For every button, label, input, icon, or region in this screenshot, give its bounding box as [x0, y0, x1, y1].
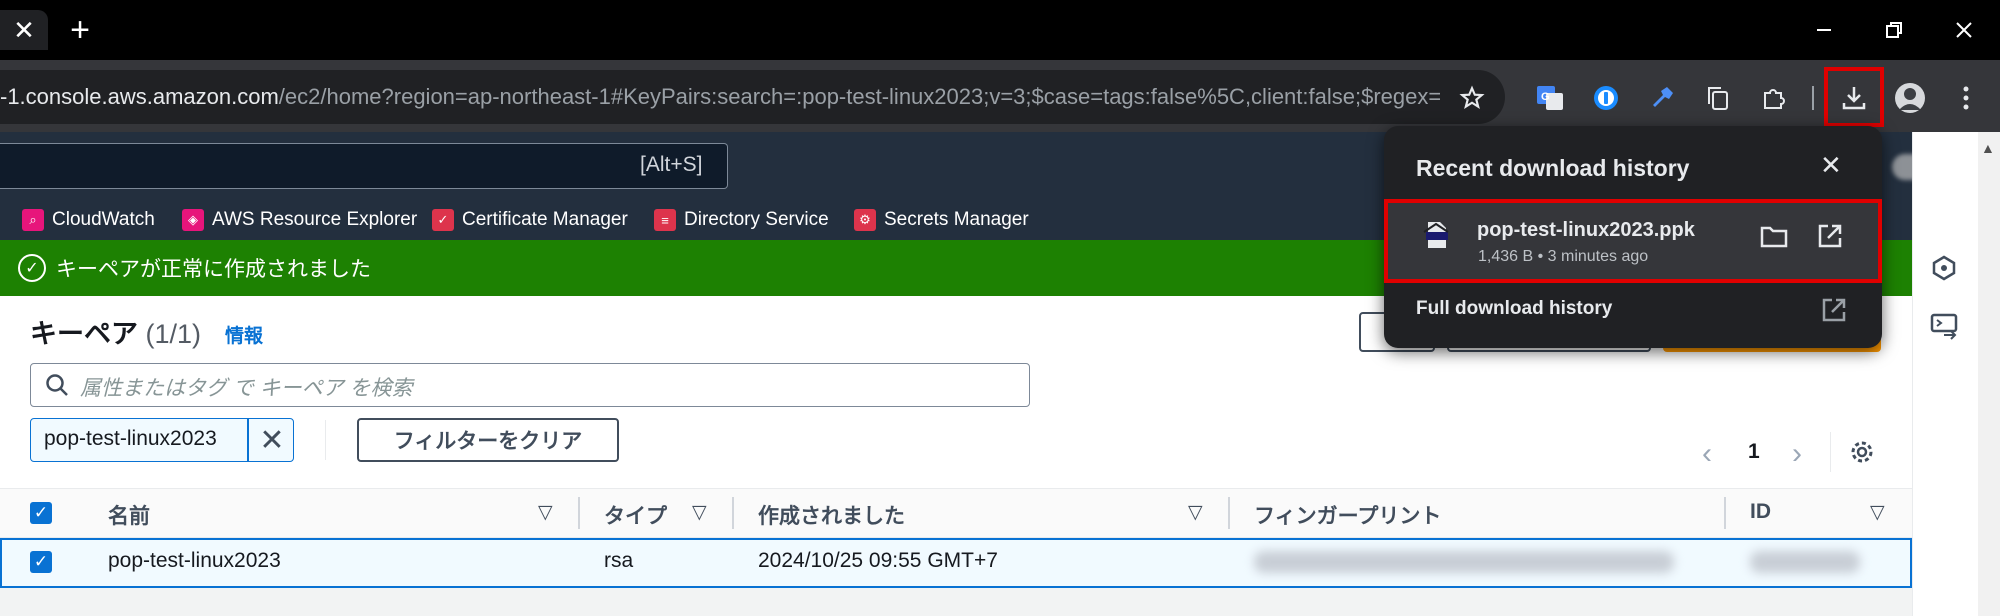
toolbar-divider: [1812, 86, 1814, 110]
close-window-icon[interactable]: [1934, 10, 1994, 50]
banner-message: キーペアが正常に作成されました: [56, 258, 371, 281]
favorite-resource-explorer[interactable]: ◈ AWS Resource Explorer: [182, 205, 417, 235]
search-placeholder: 属性またはタグ で キーペア を検索: [80, 377, 413, 400]
favorite-secrets-manager[interactable]: ⚙ Secrets Manager: [854, 205, 1029, 235]
select-all-checkbox[interactable]: ✓: [30, 502, 52, 524]
cell-created: 2024/10/25 09:55 GMT+7: [758, 549, 998, 572]
page-count: (1/1): [145, 319, 202, 349]
search-shortcut-hint: [Alt+S]: [640, 153, 703, 176]
url-text[interactable]: -1.console.aws.amazon.com/ec2/home?regio…: [0, 84, 1440, 114]
favorite-label: Directory Service: [684, 209, 829, 230]
url-host: -1.console.aws.amazon.com: [0, 84, 279, 109]
sort-caret-icon[interactable]: ▽: [692, 501, 707, 524]
table-header: [0, 488, 1912, 538]
column-header-created[interactable]: 作成されました: [758, 500, 905, 530]
check-circle-icon: ✓: [18, 254, 46, 282]
sort-caret-icon[interactable]: ▽: [1870, 501, 1885, 524]
menu-kebab-icon[interactable]: [1944, 76, 1988, 120]
scroll-up-arrow-icon[interactable]: ▲: [1981, 140, 1995, 156]
favorite-directory-service[interactable]: ≡ Directory Service: [654, 205, 829, 235]
page-title: キーペア (1/1): [30, 312, 201, 351]
page-title-text: キーペア: [30, 319, 138, 349]
favorite-label: Certificate Manager: [462, 209, 628, 230]
clear-filters-button[interactable]: フィルターをクリア: [357, 418, 619, 462]
cell-name: pop-test-linux2023: [108, 549, 281, 572]
download-button-highlight: [1824, 67, 1884, 127]
resource-explorer-icon: ◈: [182, 209, 204, 231]
extensions-puzzle-icon[interactable]: [1752, 76, 1796, 120]
next-page-icon[interactable]: ›: [1792, 437, 1802, 471]
remove-filter-icon[interactable]: ✕: [254, 422, 290, 458]
scrollbar[interactable]: [1978, 132, 2000, 616]
divider: [325, 420, 326, 460]
svg-text:G: G: [1541, 91, 1550, 103]
filter-token-label: pop-test-linux2023: [44, 427, 217, 450]
cloudshell-icon[interactable]: [1924, 306, 1964, 346]
show-in-folder-icon[interactable]: [1758, 220, 1790, 252]
info-link[interactable]: 情報: [225, 321, 263, 348]
close-tab-icon[interactable]: ✕: [0, 10, 48, 50]
column-header-fingerprint[interactable]: フィンガープリント: [1254, 500, 1441, 530]
column-divider[interactable]: [732, 497, 734, 529]
sort-caret-icon[interactable]: ▽: [538, 501, 553, 524]
current-page-number[interactable]: 1: [1748, 440, 1760, 464]
full-download-history-link[interactable]: Full download history: [1416, 298, 1612, 320]
copy-icon[interactable]: [1696, 76, 1740, 120]
column-divider[interactable]: [578, 497, 580, 529]
cell-type: rsa: [604, 549, 634, 572]
download-filename: pop-test-linux2023.ppk: [1477, 219, 1695, 241]
restore-icon[interactable]: [1864, 10, 1924, 50]
column-divider[interactable]: [1228, 497, 1230, 529]
column-header-id[interactable]: ID: [1750, 500, 1771, 524]
cell-fingerprint-redacted: [1254, 551, 1674, 573]
download-meta: 1,436 B • 3 minutes ago: [1478, 248, 1649, 265]
profile-avatar[interactable]: [1888, 76, 1932, 120]
url-path: /ec2/home?region=ap-northeast-1#KeyPairs…: [278, 84, 1440, 109]
new-tab-button[interactable]: +: [58, 10, 102, 50]
favorite-label: Secrets Manager: [884, 209, 1029, 230]
favorite-cloudwatch[interactable]: ⌕ CloudWatch: [22, 205, 155, 235]
sort-caret-icon[interactable]: ▽: [1188, 501, 1203, 524]
browser-tab-strip: [0, 0, 2000, 60]
aws-search-input[interactable]: [0, 143, 728, 189]
column-header-type[interactable]: タイプ: [604, 500, 667, 530]
certificate-manager-icon: ✓: [432, 209, 454, 231]
close-icon[interactable]: ✕: [1820, 150, 1842, 181]
page-background: [0, 588, 1912, 616]
extension-tool-icon[interactable]: [1640, 76, 1684, 120]
previous-page-icon[interactable]: ‹: [1702, 437, 1712, 471]
google-translate-icon[interactable]: G: [1528, 76, 1572, 120]
favorite-label: CloudWatch: [52, 209, 155, 230]
cloudwatch-icon: ⌕: [22, 209, 44, 231]
favorite-certificate-manager[interactable]: ✓ Certificate Manager: [432, 205, 628, 235]
search-icon: [44, 372, 70, 398]
column-divider[interactable]: [1724, 497, 1726, 529]
minimize-icon[interactable]: [1794, 10, 1854, 50]
favorite-label: AWS Resource Explorer: [212, 209, 418, 230]
hexagon-info-icon[interactable]: [1924, 248, 1964, 288]
secrets-manager-icon: ⚙: [854, 209, 876, 231]
onepassword-icon[interactable]: [1584, 76, 1628, 120]
directory-service-icon: ≡: [654, 209, 676, 231]
row-checkbox[interactable]: ✓: [30, 551, 52, 573]
settings-gear-icon[interactable]: [1846, 436, 1878, 468]
ppk-file-icon: [1420, 218, 1454, 252]
filter-token-divider: [247, 418, 249, 462]
open-external-icon[interactable]: [1818, 294, 1850, 326]
open-external-icon[interactable]: [1814, 220, 1846, 252]
cell-id-redacted: [1750, 551, 1860, 573]
star-icon[interactable]: [1450, 76, 1494, 120]
column-header-name[interactable]: 名前: [108, 500, 150, 530]
divider: [1830, 432, 1831, 472]
download-popup-title: Recent download history: [1416, 155, 1690, 181]
